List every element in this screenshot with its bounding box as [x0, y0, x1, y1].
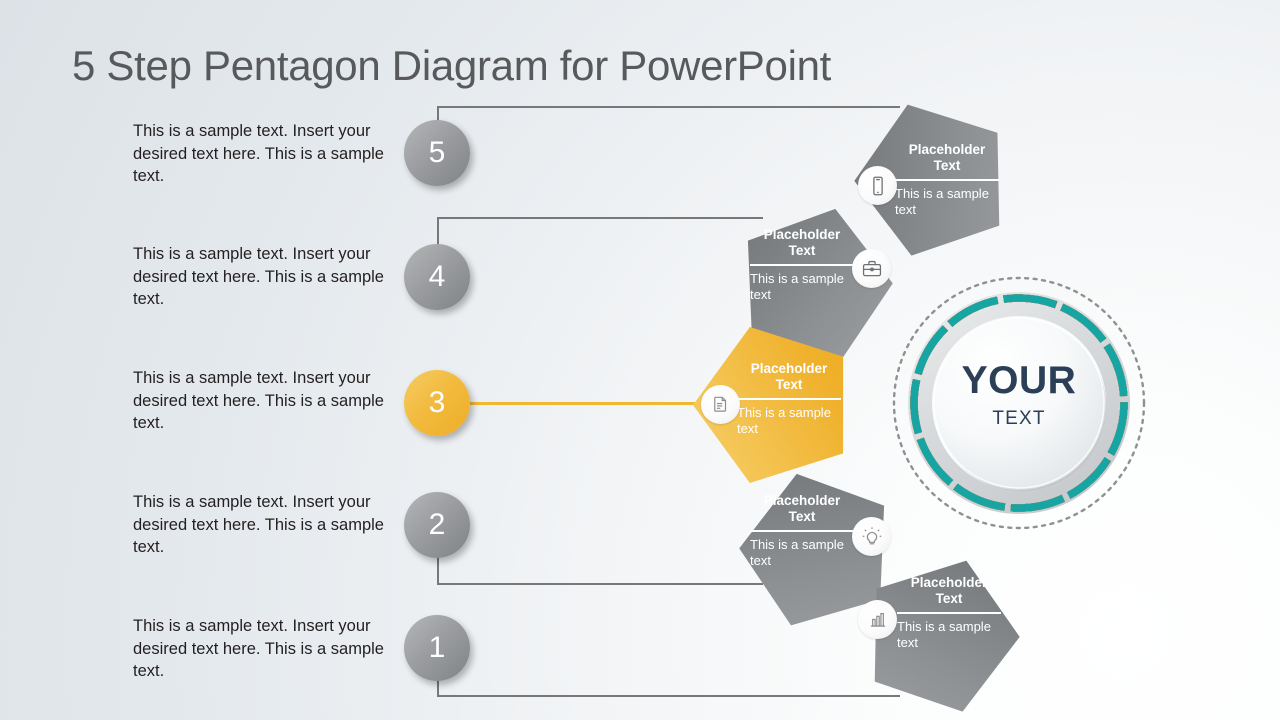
pentagon-divider-5 [895, 179, 999, 181]
connector-step-4-horizontal [437, 217, 763, 219]
pentagon-subtext-2: This is a sample text [750, 536, 844, 568]
connector-step-3-horizontal [470, 402, 705, 405]
step-number-circle-2[interactable]: 2 [404, 492, 470, 558]
connector-step-5-horizontal [437, 106, 900, 108]
pentagon-body-5: Placeholder Text This is a sample text [895, 142, 999, 218]
briefcase-icon [852, 249, 891, 288]
pentagon-title-2: Placeholder Text [763, 493, 841, 524]
step-number-circle-5[interactable]: 5 [404, 120, 470, 186]
pentagon-body-2: Placeholder Text This is a sample text [750, 493, 854, 569]
inner-disc [934, 318, 1104, 488]
center-emblem[interactable]: YOUR TEXT [888, 272, 1150, 534]
pentagon-subtext-4: This is a sample text [750, 270, 844, 302]
pentagon-title-4: Placeholder Text [763, 227, 841, 258]
documents-icon [701, 385, 740, 424]
slide-canvas: 5 Step Pentagon Diagram for PowerPoint T… [0, 0, 1280, 720]
pentagon-body-3: Placeholder Text This is a sample text [737, 361, 841, 437]
step-description-3: This is a sample text. Insert your desir… [133, 369, 384, 432]
pentagon-body-4: Placeholder Text This is a sample text [750, 227, 854, 303]
lightbulb-icon [852, 517, 891, 556]
pentagon-divider-3 [737, 398, 841, 400]
pentagon-title-5: Placeholder Text [908, 142, 986, 173]
connector-step-2-horizontal [437, 583, 763, 585]
pentagon-divider-2 [750, 530, 854, 532]
pentagon-subtext-1: This is a sample text [897, 618, 991, 650]
pentagon-title-3: Placeholder Text [750, 361, 828, 392]
step-number-circle-4[interactable]: 4 [404, 244, 470, 310]
bar-chart-icon [858, 600, 897, 639]
pentagon-subtext-5: This is a sample text [895, 185, 989, 217]
step-description-5: This is a sample text. Insert your desir… [133, 122, 384, 185]
pentagon-body-1: Placeholder Text This is a sample text [897, 575, 1001, 651]
connector-step-1-horizontal [437, 695, 900, 697]
step-description-1: This is a sample text. Insert your desir… [133, 617, 384, 680]
step-description-4: This is a sample text. Insert your desir… [133, 245, 384, 308]
pentagon-divider-4 [750, 264, 854, 266]
pentagon-subtext-3: This is a sample text [737, 404, 831, 436]
smartphone-icon [858, 166, 897, 205]
pentagon-divider-1 [897, 612, 1001, 614]
step-number-circle-3[interactable]: 3 [404, 370, 470, 436]
pentagon-title-1: Placeholder Text [910, 575, 988, 606]
page-title: 5 Step Pentagon Diagram for PowerPoint [72, 42, 832, 89]
step-number-circle-1[interactable]: 1 [404, 615, 470, 681]
step-description-2: This is a sample text. Insert your desir… [133, 493, 384, 556]
